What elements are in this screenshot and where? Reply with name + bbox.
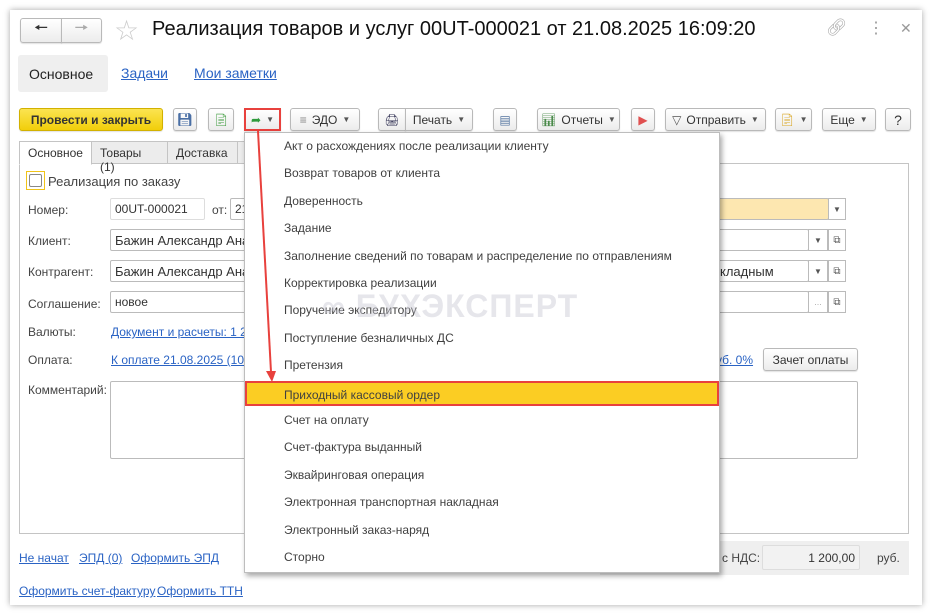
form-tab-goods[interactable]: Товары (1) [91,141,168,174]
print-icon-button[interactable]: 🖨︎ [378,108,406,131]
agreement-select-button[interactable]: … [808,291,828,313]
create-epd-link[interactable]: Оформить ЭПД [131,551,219,565]
more-label: Еще [830,112,855,127]
menu-item[interactable]: Акт о расхождениях после реализации клие… [245,134,719,159]
menu-item[interactable]: Эквайринговая операция [245,463,719,488]
send-label: Отправить [686,112,746,127]
form-tab-main[interactable]: Основное [19,141,92,165]
printer-icon: 🖨︎ [384,112,400,127]
total-field: 1 200,00 [762,545,860,570]
reports-button[interactable]: 📊︎ Отчеты ▼ [537,108,620,131]
edo-label: ЭДО [311,112,338,127]
window-title: Реализация товаров и услуг 00UT-000021 о… [152,18,756,40]
forward-button[interactable]: 🠖 [61,18,102,43]
create-based-on-button[interactable]: ➦ ▼ [244,108,281,131]
contract-dropdown[interactable]: ▼ [808,260,828,282]
form-tab-delivery[interactable]: Доставка [167,141,238,164]
edo-button[interactable]: ≡ ЭДО ▼ [290,108,360,131]
epd-link[interactable]: ЭПД (0) [79,551,122,565]
list-icon: ▤ [499,112,511,127]
edo-status-link[interactable]: Не начат [19,551,69,565]
comment-label: Комментарий: [28,383,107,397]
client-label: Клиент: [28,234,71,248]
more-button[interactable]: Еще ▼ [822,108,876,131]
create-ttn-link[interactable]: Оформить ТТН [157,584,243,598]
menu-item[interactable]: Доверенность [245,189,719,214]
by-order-label: Реализация по заказу [48,174,181,189]
menu-item[interactable]: Задание [245,216,719,241]
print-menu-button[interactable]: Печать ▼ [405,108,473,131]
currency-label: Валюты: [28,325,76,339]
number-field[interactable]: 00UT-000021 [110,198,205,220]
help-button[interactable]: ? [885,108,911,131]
menu-item[interactable]: Заполнение сведений по товарам и распред… [245,244,719,269]
number-label: Номер: [28,203,69,217]
star-icon[interactable]: ☆ [114,14,139,47]
menu-item[interactable]: Счет-фактура выданный [245,435,719,460]
by-order-checkbox[interactable] [26,171,45,190]
arrow-left-icon: 🠔 [33,20,48,37]
client-field[interactable]: Бажин Александр Анатоль [110,229,250,251]
reports-label: Отчеты [561,112,603,127]
menu-item[interactable]: Корректировка реализации [245,271,719,296]
organization-dropdown[interactable]: ▼ [828,198,846,220]
arrow-right-icon: 🠖 [74,20,89,37]
print-label: Печать [412,112,453,127]
menu-item[interactable]: Возврат товаров от клиента [245,161,719,186]
offset-payment-button[interactable]: Зачет оплаты [763,348,858,371]
menu-item[interactable]: Поручение экспедитору [245,298,719,323]
back-button[interactable]: 🠔 [20,18,62,43]
document-clock-icon: 📄︎ [779,112,795,127]
menu-item[interactable]: Поступление безналичных ДС [245,326,719,351]
create-invoice-link[interactable]: Оформить счет-фактуру [19,584,155,598]
menu-item[interactable]: Приходный кассовый ордер [245,380,719,406]
agreement-label: Соглашение: [28,297,101,311]
agreement-open-icon[interactable]: ⧉ [828,291,846,313]
post-and-close-button[interactable]: Провести и закрыть [19,108,163,131]
date-from-label: от: [212,203,228,217]
edo-icon: ≡ [299,112,307,127]
currency-link[interactable]: Документ и расчеты: 1 2 [111,325,247,339]
attachments-button[interactable]: 📄︎ ▼ [775,108,812,131]
payment-link-tail[interactable]: уб. 0% [716,353,753,367]
client-dropdown[interactable]: ▼ [808,229,828,251]
menu-item[interactable]: Электронный заказ-наряд [245,518,719,543]
tab-tasks[interactable]: Задачи [121,65,168,81]
post-document-icon: 📄︎ [213,112,229,127]
save-icon: 💾︎ [176,111,194,127]
agreement-field[interactable]: новое [110,291,250,313]
report-icon: 📊︎ [541,112,557,127]
close-icon[interactable]: ✕ [900,20,912,37]
contractor-label: Контрагент: [28,265,94,279]
menu-item[interactable]: Счет на оплату [245,408,719,433]
create-based-on-icon: ➦ [251,112,262,127]
send-button[interactable]: ▽ Отправить ▼ [665,108,766,131]
currency-unit: руб. [877,551,900,565]
client-open-icon[interactable]: ⧉ [828,229,846,251]
save-button[interactable]: 💾︎ [173,108,197,131]
link-icon[interactable]: 🔗︎ [826,18,848,38]
send-icon: ▽ [672,112,682,127]
post-button[interactable]: 📄︎ [208,108,234,131]
play-button[interactable]: ▶ [631,108,655,131]
tab-main[interactable]: Основное [18,55,108,92]
more-vertical-icon[interactable]: ⋮ [868,18,884,38]
menu-item[interactable]: Сторно [245,545,719,570]
contractor-field[interactable]: Бажин Александр Анатоль [110,260,250,282]
structure-button[interactable]: ▤ [493,108,517,131]
contract-open-icon[interactable]: ⧉ [828,260,846,282]
menu-item[interactable]: Электронная транспортная накладная [245,490,719,515]
payment-link[interactable]: К оплате 21.08.2025 (100 [111,353,251,367]
menu-item[interactable]: Претензия [245,353,719,378]
play-icon: ▶ [638,112,648,127]
vat-label: с НДС: [722,551,761,565]
payment-label: Оплата: [28,353,73,367]
tab-notes[interactable]: Мои заметки [194,65,277,81]
create-based-on-menu: Акт о расхождениях после реализации клие… [244,132,720,573]
